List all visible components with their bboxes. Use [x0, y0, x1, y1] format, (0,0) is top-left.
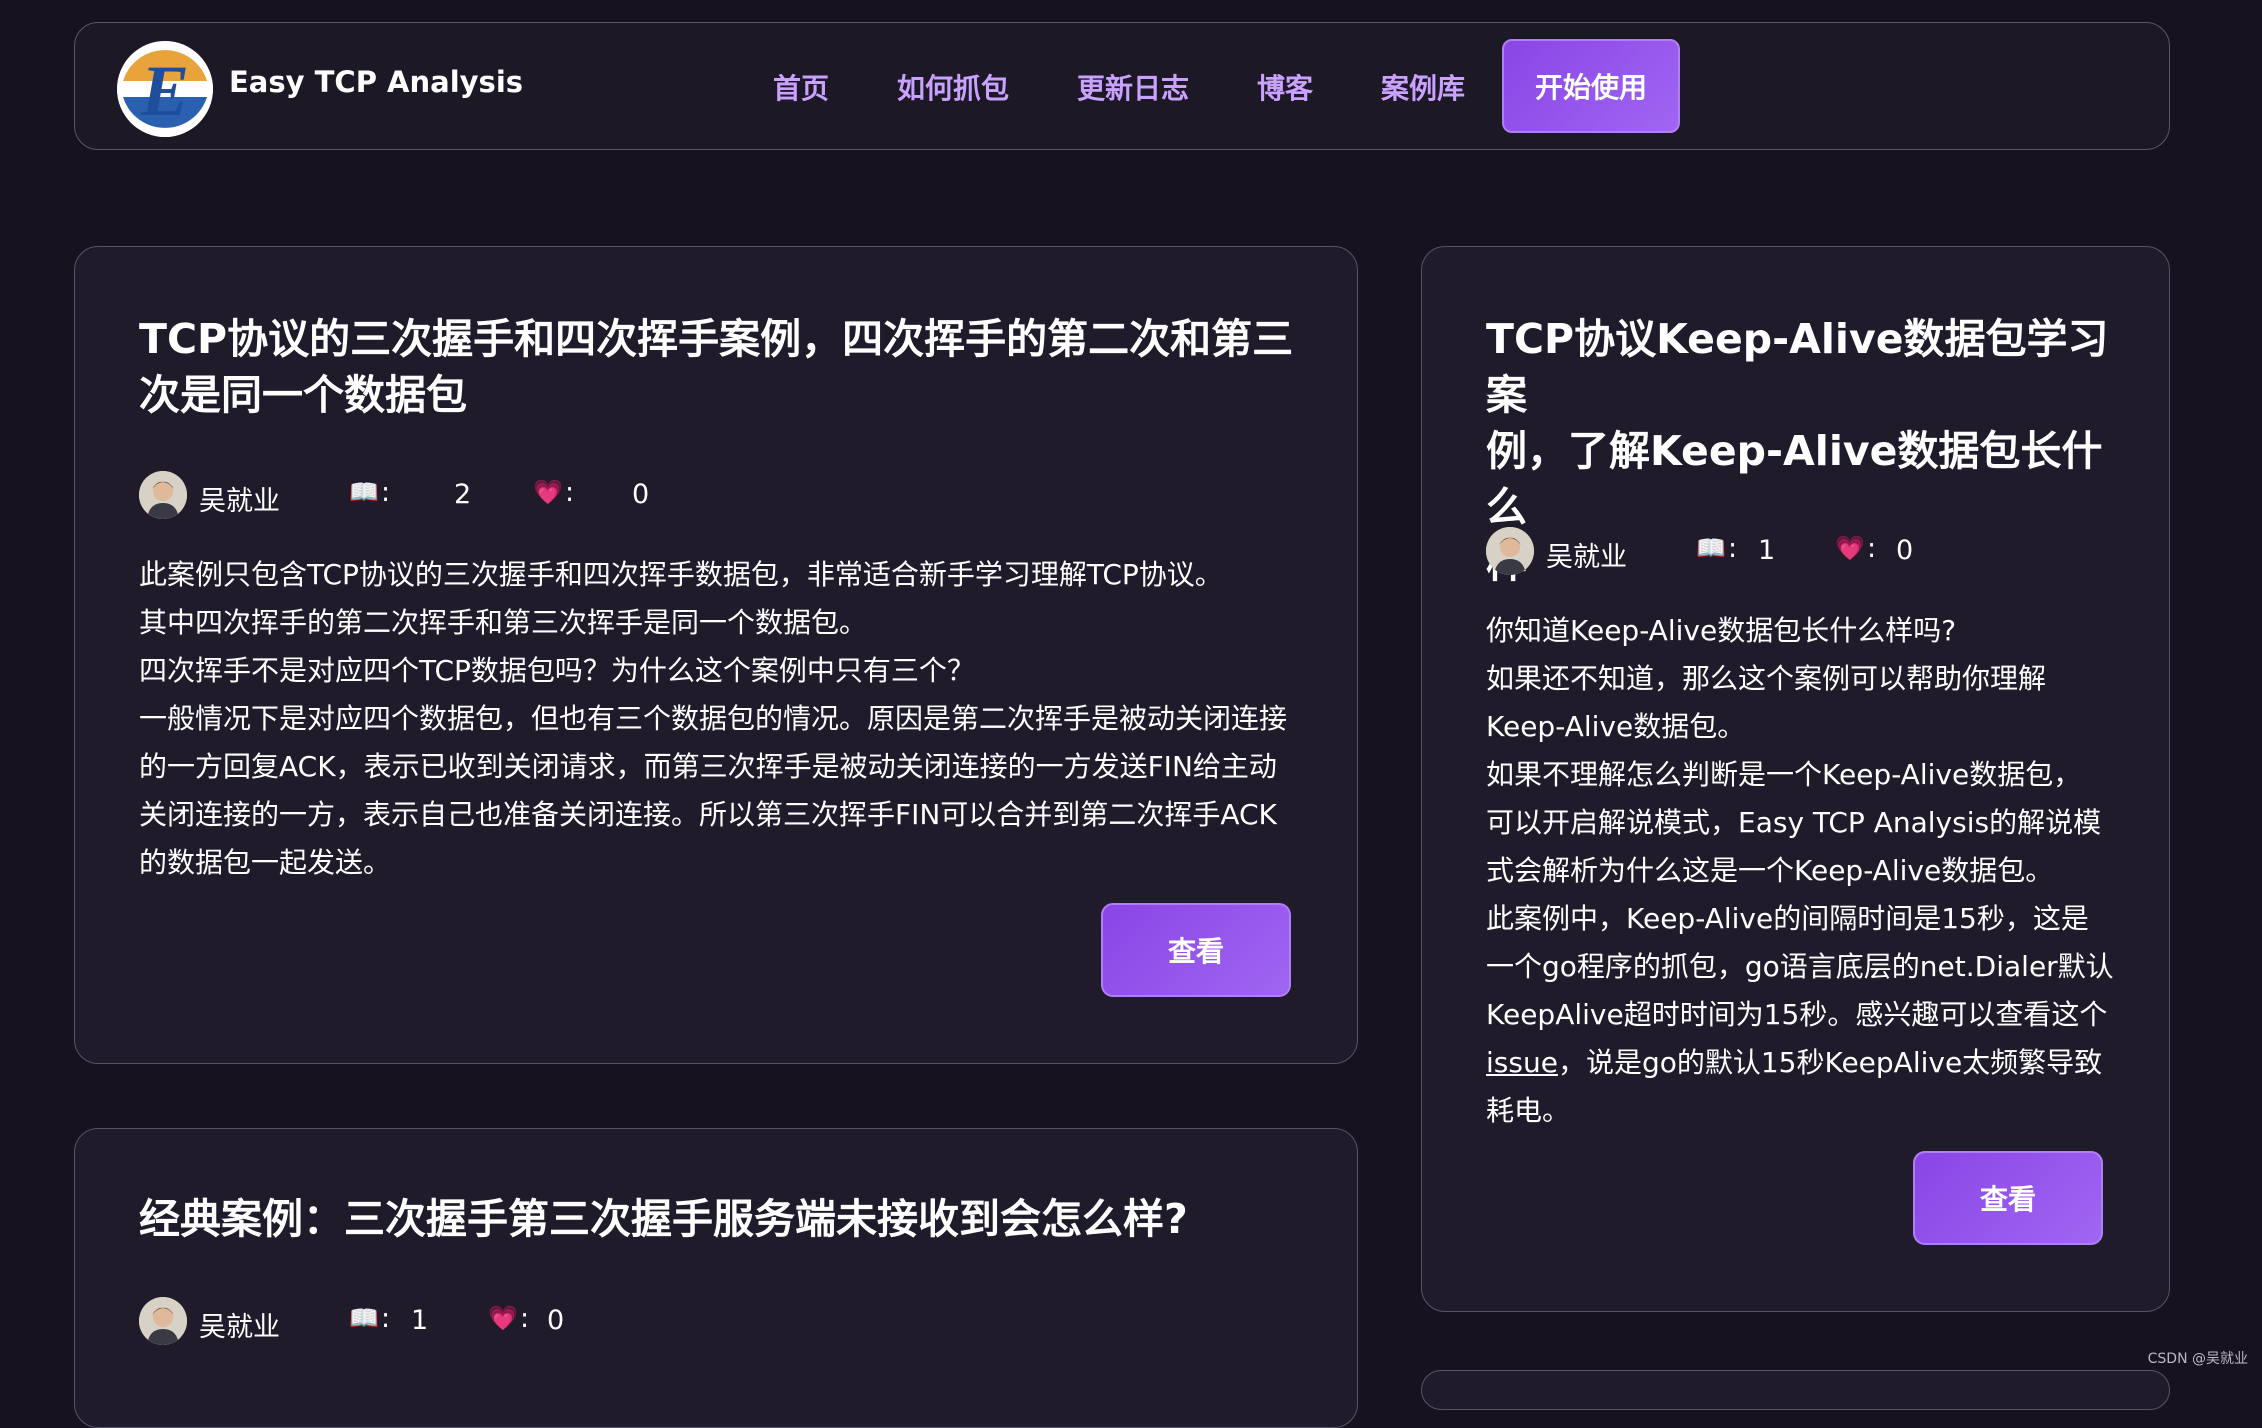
description-text: ，说是go的默认15秒KeepAlive太频繁导致	[1558, 1046, 2102, 1079]
view-button[interactable]: 查看	[1913, 1151, 2103, 1245]
description-line: 此案例只包含TCP协议的三次握手和四次挥手数据包，非常适合新手学习理解TCP协议…	[139, 551, 1309, 599]
like-count: 0	[1896, 535, 1913, 566]
issue-link[interactable]: issue	[1486, 1046, 1558, 1079]
book-icon: 📖	[349, 1304, 379, 1332]
description-line: KeepAlive超时时间为15秒。感兴趣可以查看这个	[1486, 991, 2136, 1039]
case-card: TCP协议的三次握手和四次挥手案例，四次挥手的第二次和第三 次是同一个数据包 吴…	[74, 246, 1358, 1064]
description-line: 你知道Keep-Alive数据包长什么样吗?	[1486, 607, 2136, 655]
top-navbar: E Easy TCP Analysis 首页 如何抓包 更新日志 博客 案例库 …	[74, 22, 2170, 150]
heart-icon: 💗	[488, 1304, 518, 1332]
description-line: 四次挥手不是对应四个TCP数据包吗？为什么这个案例中只有三个？	[139, 647, 1309, 695]
avatar	[139, 471, 187, 519]
case-title[interactable]: 经典案例：三次握手第三次握手服务端未接收到会怎么样?	[139, 1191, 1299, 1247]
case-card	[1421, 1370, 2170, 1410]
avatar	[1486, 527, 1534, 575]
case-title-line: 次是同一个数据包	[139, 367, 1299, 423]
svg-text:E: E	[140, 51, 189, 131]
easy-tcp-logo[interactable]: E	[117, 41, 213, 137]
heart-icon: 💗	[533, 478, 563, 506]
stat-separator: :	[565, 477, 574, 508]
case-title-line: 例，了解Keep-Alive数据包长什么	[1486, 423, 2126, 535]
author-name: 吴就业	[199, 479, 280, 518]
description-line: 式会解析为什么这是一个Keep-Alive数据包。	[1486, 847, 2136, 895]
description-line: 可以开启解说模式，Easy TCP Analysis的解说模	[1486, 799, 2136, 847]
nav-link-changelog[interactable]: 更新日志	[1077, 67, 1189, 107]
read-count: 2	[454, 479, 471, 510]
brand-name[interactable]: Easy TCP Analysis	[229, 65, 523, 99]
case-meta: 吴就业 📖 : 1 💗 : 0	[1486, 527, 2086, 575]
nav-link-case-library[interactable]: 案例库	[1381, 67, 1465, 107]
view-button[interactable]: 查看	[1101, 903, 1291, 997]
description-line: 一个go程序的抓包，go语言底层的net.Dialer默认	[1486, 943, 2136, 991]
book-icon: 📖	[349, 478, 379, 506]
description-line: 如果不理解怎么判断是一个Keep-Alive数据包，	[1486, 751, 2136, 799]
case-card: 经典案例：三次握手第三次握手服务端未接收到会怎么样? 吴就业 📖 : 1 💗 :…	[74, 1128, 1358, 1428]
description-line: 耗电。	[1486, 1087, 2136, 1135]
nav-link-how-to-capture[interactable]: 如何抓包	[897, 67, 1009, 107]
read-count: 1	[1758, 535, 1775, 566]
stat-separator: :	[1867, 533, 1876, 564]
description-line: 关闭连接的一方，表示自己也准备关闭连接。所以第三次挥手FIN可以合并到第二次挥手…	[139, 791, 1309, 839]
book-icon: 📖	[1696, 534, 1726, 562]
description-line: 如果还不知道，那么这个案例可以帮助你理解	[1486, 655, 2136, 703]
case-description: 此案例只包含TCP协议的三次握手和四次挥手数据包，非常适合新手学习理解TCP协议…	[139, 551, 1309, 887]
description-line: 的数据包一起发送。	[139, 839, 1309, 887]
stat-separator: :	[520, 1303, 529, 1334]
description-line: 此案例中，Keep-Alive的间隔时间是15秒，这是	[1486, 895, 2136, 943]
heart-icon: 💗	[1835, 534, 1865, 562]
stat-separator: :	[381, 1303, 390, 1334]
author-name: 吴就业	[1546, 535, 1627, 574]
description-line: Keep-Alive数据包。	[1486, 703, 2136, 751]
nav-link-blog[interactable]: 博客	[1257, 67, 1313, 107]
case-title-line: 经典案例：三次握手第三次握手服务端未接收到会怎么样?	[139, 1191, 1299, 1247]
like-count: 0	[547, 1305, 564, 1336]
nav-link-home[interactable]: 首页	[773, 67, 829, 107]
description-line: 一般情况下是对应四个数据包，但也有三个数据包的情况。原因是第二次挥手是被动关闭连…	[139, 695, 1309, 743]
get-started-button[interactable]: 开始使用	[1502, 39, 1680, 133]
csdn-watermark: CSDN @吴就业	[2148, 1348, 2248, 1368]
description-line: issue，说是go的默认15秒KeepAlive太频繁导致	[1486, 1039, 2136, 1087]
description-line: 其中四次挥手的第二次挥手和第三次挥手是同一个数据包。	[139, 599, 1309, 647]
read-count: 1	[411, 1305, 428, 1336]
stat-separator: :	[1728, 533, 1737, 564]
author-name: 吴就业	[199, 1305, 280, 1344]
avatar	[139, 1297, 187, 1345]
case-title[interactable]: TCP协议的三次握手和四次挥手案例，四次挥手的第二次和第三 次是同一个数据包	[139, 311, 1299, 423]
case-description: 你知道Keep-Alive数据包长什么样吗? 如果还不知道，那么这个案例可以帮助…	[1486, 607, 2136, 1135]
stat-separator: :	[381, 477, 390, 508]
case-title-line: TCP协议的三次握手和四次挥手案例，四次挥手的第二次和第三	[139, 311, 1299, 367]
case-title-line: TCP协议Keep-Alive数据包学习案	[1486, 311, 2126, 423]
like-count: 0	[632, 479, 649, 510]
case-meta: 吴就业 📖 : 1 💗 : 0	[139, 1297, 739, 1345]
case-card: TCP协议Keep-Alive数据包学习案 例，了解Keep-Alive数据包长…	[1421, 246, 2170, 1312]
description-line: 的一方回复ACK，表示已收到关闭请求，而第三次挥手是被动关闭连接的一方发送FIN…	[139, 743, 1309, 791]
case-meta: 吴就业 📖 : 2 💗 : 0	[139, 471, 739, 519]
